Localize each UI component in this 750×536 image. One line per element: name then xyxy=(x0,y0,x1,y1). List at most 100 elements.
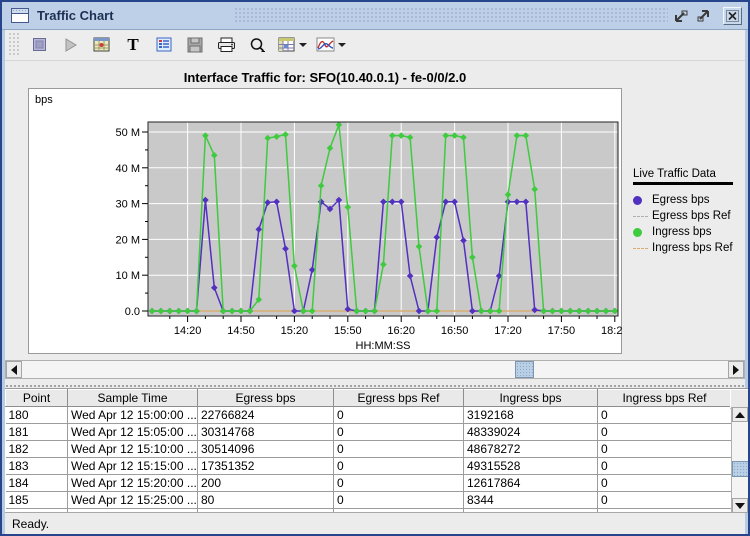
window-title: Traffic Chart xyxy=(37,8,114,23)
table-cell: 0 xyxy=(334,458,464,475)
table-cell: Wed Apr 12 15:15:00 ... xyxy=(68,458,198,475)
svg-text:17:20: 17:20 xyxy=(494,325,522,337)
column-header-sample-time[interactable]: Sample Time xyxy=(68,390,198,407)
table-row[interactable]: 180Wed Apr 12 15:00:00 ...22766824031921… xyxy=(6,407,732,424)
table-cell: 0 xyxy=(598,407,732,424)
status-text: Ready. xyxy=(12,517,49,531)
table-header-row: Point Sample Time Egress bps Egress bps … xyxy=(6,390,732,407)
y-unit-label: bps xyxy=(35,94,53,106)
svg-text:30 M: 30 M xyxy=(116,199,140,211)
traffic-chart-window: Traffic Chart T xyxy=(0,0,750,536)
legend-underline xyxy=(633,182,733,185)
legend-item: Ingress bps Ref xyxy=(633,240,747,256)
table-options-dropdown-caret xyxy=(299,43,307,47)
table-cell: Wed Apr 12 15:10:00 ... xyxy=(68,441,198,458)
legend-item-label: Egress bps xyxy=(652,194,710,206)
title-icon-glyph: T xyxy=(127,35,138,55)
table-row[interactable]: 184Wed Apr 12 15:20:00 ...2000126178640 xyxy=(6,475,732,492)
legend-item: Ingress bps xyxy=(633,224,747,240)
sample-table: Point Sample Time Egress bps Egress bps … xyxy=(5,389,732,513)
toolbar: T xyxy=(5,29,745,61)
table-cell: 12617864 xyxy=(464,475,598,492)
svg-text:50 M: 50 M xyxy=(116,127,140,139)
table-cell: 0 xyxy=(598,458,732,475)
vertical-scrollbar-thumb[interactable] xyxy=(732,461,749,477)
titlebar[interactable]: Traffic Chart xyxy=(2,2,748,30)
series-dash-icon xyxy=(633,248,649,249)
table-cell: 200 xyxy=(198,475,334,492)
table-row[interactable]: 183Wed Apr 12 15:15:00 ...17351352049315… xyxy=(6,458,732,475)
series-dash-icon xyxy=(633,216,649,217)
table-options-icon[interactable] xyxy=(277,33,307,57)
zoom-icon[interactable] xyxy=(246,33,268,57)
column-header-egress-bps[interactable]: Egress bps xyxy=(198,390,334,407)
print-icon[interactable] xyxy=(215,33,237,57)
legend-title: Live Traffic Data xyxy=(633,168,747,180)
table-cell: 0 xyxy=(598,492,732,509)
table-cell: 48339024 xyxy=(464,424,598,441)
traffic-chart-canvas: bps 0.010 M20 M30 M40 M50 M14:2014:5015:… xyxy=(28,88,622,354)
table-cell: 80 xyxy=(198,492,334,509)
play-icon[interactable] xyxy=(60,33,82,57)
toolbar-drag-handle[interactable] xyxy=(8,32,19,57)
table-cell: 183 xyxy=(6,458,68,475)
table-cell: 22766824 xyxy=(198,407,334,424)
table-cell: Wed Apr 12 15:05:00 ... xyxy=(68,424,198,441)
column-header-ingress-bps-ref[interactable]: Ingress bps Ref xyxy=(598,390,732,407)
horizontal-scrollbar[interactable] xyxy=(5,360,745,379)
table-cell: 17351352 xyxy=(198,458,334,475)
table-cell: 181 xyxy=(6,424,68,441)
svg-text:18:20: 18:20 xyxy=(601,325,622,337)
svg-text:16:20: 16:20 xyxy=(387,325,415,337)
statusbar: Ready. xyxy=(5,512,745,535)
chart-table-splitter[interactable] xyxy=(5,383,745,387)
table-cell: 0 xyxy=(334,475,464,492)
chart-type-icon[interactable] xyxy=(316,33,346,57)
table-cell: 0 xyxy=(334,424,464,441)
table-cell: 0 xyxy=(334,492,464,509)
restore-icon[interactable] xyxy=(673,8,690,24)
table-cell: 48678272 xyxy=(464,441,598,458)
table-cell: 0 xyxy=(598,475,732,492)
window-icon xyxy=(11,8,29,23)
svg-text:14:50: 14:50 xyxy=(227,325,255,337)
svg-text:40 M: 40 M xyxy=(116,163,140,175)
column-header-ingress-bps[interactable]: Ingress bps xyxy=(464,390,598,407)
close-icon[interactable] xyxy=(723,7,742,25)
svg-text:15:50: 15:50 xyxy=(334,325,362,337)
scroll-right-arrow-icon[interactable] xyxy=(728,361,744,378)
legend-item: Egress bps xyxy=(633,192,747,208)
maximize-icon[interactable] xyxy=(695,8,712,24)
legend-item-label: Egress bps Ref xyxy=(652,210,731,222)
table-row[interactable]: 181Wed Apr 12 15:05:00 ...30314768048339… xyxy=(6,424,732,441)
scroll-left-arrow-icon[interactable] xyxy=(6,361,22,378)
column-header-point[interactable]: Point xyxy=(6,390,68,407)
svg-text:0.0: 0.0 xyxy=(125,306,140,318)
horizontal-scrollbar-thumb[interactable] xyxy=(515,361,534,378)
vertical-scrollbar[interactable] xyxy=(731,407,749,513)
stop-icon[interactable] xyxy=(29,33,51,57)
series-dot-icon xyxy=(633,196,649,205)
table-cell: 182 xyxy=(6,441,68,458)
chart-settings-icon[interactable] xyxy=(91,33,113,57)
svg-text:20 M: 20 M xyxy=(116,234,140,246)
table-cell: 3192168 xyxy=(464,407,598,424)
column-header-egress-bps-ref[interactable]: Egress bps Ref xyxy=(334,390,464,407)
table-cell: 8344 xyxy=(464,492,598,509)
legend-toggle-icon[interactable] xyxy=(153,33,175,57)
table-cell: 185 xyxy=(6,492,68,509)
scroll-down-arrow-icon[interactable] xyxy=(732,498,748,513)
save-icon[interactable] xyxy=(184,33,206,57)
table-row[interactable]: 182Wed Apr 12 15:10:00 ...30514096 048678… xyxy=(6,441,732,458)
table-body: 180Wed Apr 12 15:00:00 ...22766824031921… xyxy=(6,407,732,514)
svg-text:17:50: 17:50 xyxy=(548,325,576,337)
table-cell: 0 xyxy=(598,441,732,458)
table-cell: 30514096 xyxy=(198,441,334,458)
scroll-up-arrow-icon[interactable] xyxy=(732,407,748,422)
series-dot-icon xyxy=(633,228,649,237)
legend-item-label: Ingress bps Ref xyxy=(652,242,733,254)
title-icon[interactable]: T xyxy=(122,33,144,57)
table-cell: Wed Apr 12 15:20:00 ... xyxy=(68,475,198,492)
chart-title: Interface Traffic for: SFO(10.40.0.1) - … xyxy=(28,70,622,85)
table-row[interactable]: 185Wed Apr 12 15:25:00 ...80083440 xyxy=(6,492,732,509)
